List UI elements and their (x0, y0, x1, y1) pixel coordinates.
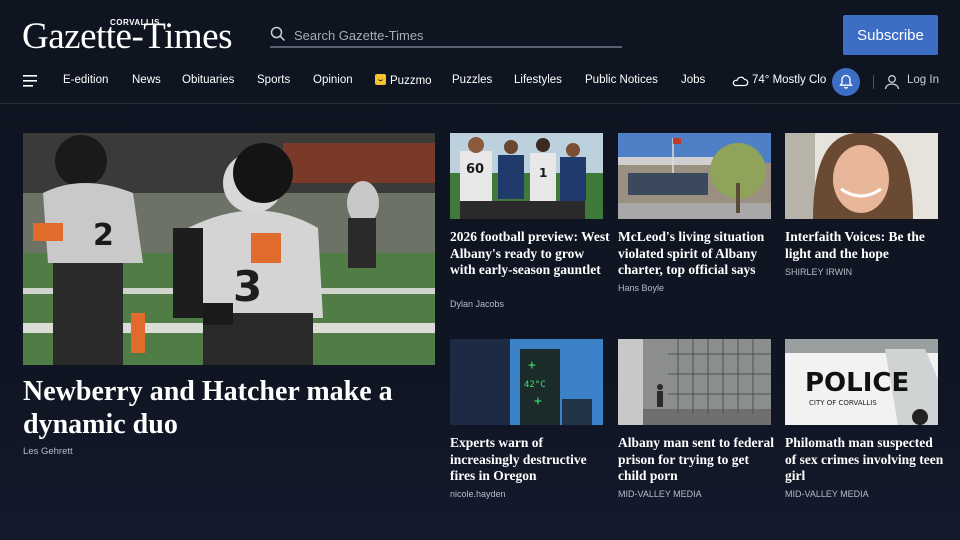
user-icon (884, 75, 900, 90)
nav-item-e-edition[interactable]: E-edition (63, 74, 108, 86)
story-byline: Dylan Jacobs (450, 299, 505, 309)
bell-icon (839, 74, 853, 89)
weather-text: 74° Mostly Clo (752, 74, 827, 86)
nav-item-news[interactable]: News (132, 74, 161, 86)
site-header: CORVALLIS Gazette-Times Subscribe (0, 0, 960, 68)
lead-story-headline[interactable]: Newberry and Hatcher make a dynamic duo (23, 375, 423, 441)
story-byline: Hans Boyle (618, 283, 665, 293)
story-headline[interactable]: Interfaith Voices: Be the light and the … (785, 229, 945, 262)
svg-text:2: 2 (93, 218, 114, 253)
nav-item-opinion[interactable]: Opinion (313, 74, 353, 86)
police-car-lettering: POLICE (805, 368, 909, 398)
story-image[interactable]: POLICE CITY OF CORVALLIS (785, 339, 938, 425)
story-headline[interactable]: McLeod's living situation violated spiri… (618, 229, 778, 279)
menu-icon[interactable] (22, 73, 40, 89)
site-logo[interactable]: CORVALLIS Gazette-Times (22, 18, 254, 58)
search-input[interactable] (294, 25, 614, 45)
search-bar[interactable] (270, 22, 622, 48)
football-team-photo: 60 1 (450, 133, 603, 219)
story-byline: MID-VALLEY MEDIA (785, 489, 869, 499)
main-nav: E-edition News Obituaries Sports Opinion… (0, 68, 960, 104)
weather-widget[interactable]: 74° Mostly Clo (731, 74, 831, 90)
notifications-button[interactable] (832, 68, 860, 96)
lead-story-byline: Les Gehrett (23, 446, 73, 457)
story-image[interactable] (618, 133, 771, 219)
svg-text:+: + (528, 358, 536, 373)
nav-item-lifestyles[interactable]: Lifestyles (514, 74, 562, 86)
story-headline[interactable]: Experts warn of increasingly destructive… (450, 435, 610, 485)
police-car-city: CITY OF CORVALLIS (809, 399, 877, 407)
story-headline[interactable]: 2026 football preview: West Albany's rea… (450, 229, 610, 279)
puzzmo-icon (375, 74, 386, 85)
story-headline[interactable]: Philomath man suspected of sex crimes in… (785, 435, 945, 485)
lead-story-image[interactable]: 2 3 (23, 133, 435, 365)
nav-item-puzzmo[interactable]: Puzzmo (375, 74, 432, 87)
story-image[interactable] (785, 133, 938, 219)
story-headline[interactable]: Albany man sent to federal prison for tr… (618, 435, 778, 485)
columnist-portrait-photo (785, 133, 938, 219)
temperature-sign-photo: + 42°C + (450, 339, 603, 425)
story-byline: nicole.hayden (450, 489, 506, 499)
jersey-number: 1 (539, 166, 547, 180)
nav-item-obituaries[interactable]: Obituaries (182, 74, 234, 86)
nav-item-puzzmo-label: Puzzmo (390, 75, 432, 87)
temperature-reading: 42°C (524, 380, 546, 390)
prison-fence-photo (618, 339, 771, 425)
police-car-photo: POLICE CITY OF CORVALLIS (785, 339, 938, 425)
nav-item-sports[interactable]: Sports (257, 74, 290, 86)
svg-text:+: + (534, 394, 542, 409)
partly-cloudy-icon (732, 76, 749, 87)
story-image[interactable]: + 42°C + (450, 339, 603, 425)
nav-item-jobs[interactable]: Jobs (681, 74, 705, 86)
football-players-photo: 2 3 (23, 133, 435, 365)
svg-text:3: 3 (233, 262, 262, 311)
city-hall-building-photo (618, 133, 771, 219)
story-byline: MID-VALLEY MEDIA (618, 489, 702, 499)
login-label: Log In (907, 74, 939, 86)
jersey-number: 60 (466, 162, 484, 177)
logo-title: Gazette-Times (22, 16, 232, 57)
story-image[interactable] (618, 339, 771, 425)
subscribe-button[interactable]: Subscribe (843, 15, 938, 55)
story-byline: SHIRLEY IRWIN (785, 267, 853, 277)
story-image[interactable]: 60 1 (450, 133, 603, 219)
nav-item-puzzles[interactable]: Puzzles (452, 74, 492, 86)
nav-item-public-notices[interactable]: Public Notices (585, 74, 658, 86)
search-icon[interactable] (270, 26, 286, 42)
nav-divider (873, 75, 874, 89)
